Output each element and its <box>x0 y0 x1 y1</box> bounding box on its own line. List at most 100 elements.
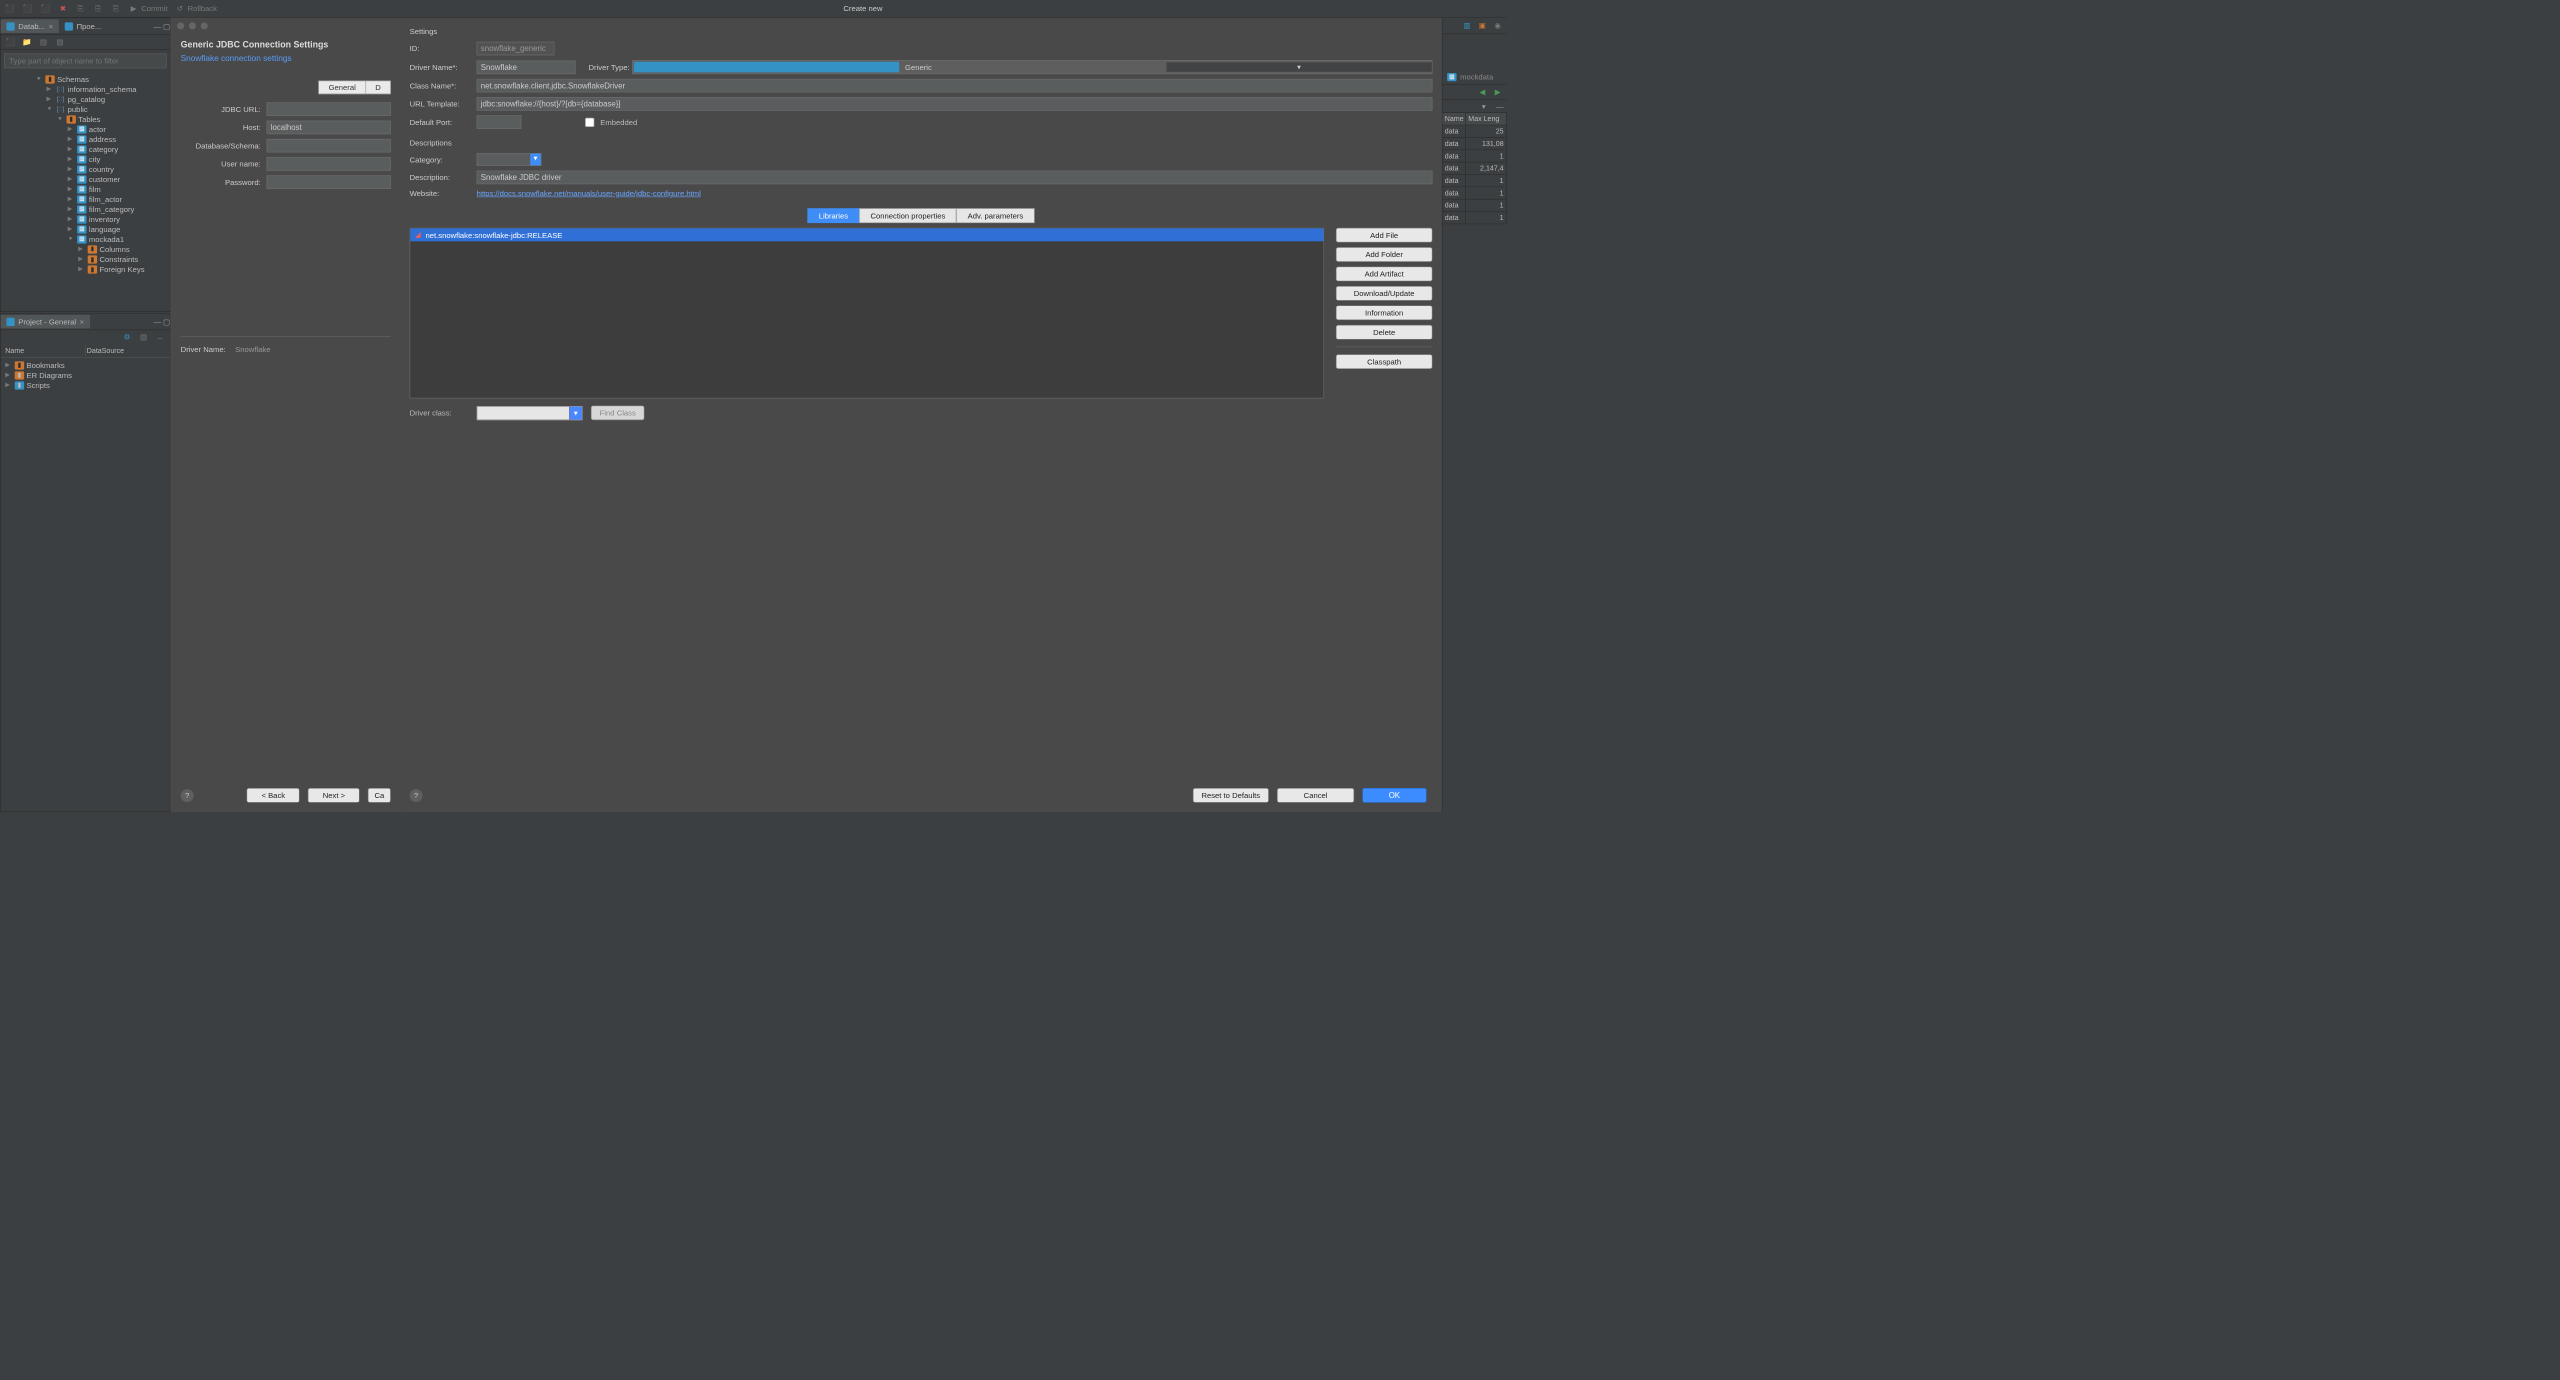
copy-icon[interactable]: ▧ <box>138 332 149 343</box>
libraries-list[interactable]: ◢ net.snowflake:snowflake-jdbc:RELEASE <box>410 228 1325 399</box>
classpath-button[interactable]: Classpath <box>1336 354 1433 369</box>
next-button[interactable]: Next > <box>308 788 360 803</box>
col-name[interactable]: Name <box>4 345 86 356</box>
information-button[interactable]: Information <box>1336 305 1433 320</box>
right-tab[interactable]: mockdata <box>1457 72 1494 81</box>
plug-icon[interactable]: ⬛ <box>40 3 51 14</box>
copy-icon[interactable]: ▧ <box>38 37 49 48</box>
link-icon[interactable]: ↔ <box>155 332 166 343</box>
minimize-icon[interactable]: — <box>151 22 160 31</box>
add-folder-button[interactable]: Add Folder <box>1336 247 1433 262</box>
table-row[interactable]: data1 <box>1442 175 1506 187</box>
password-input[interactable] <box>267 175 391 189</box>
col-maxlen[interactable]: Max Leng <box>1466 113 1507 125</box>
description-input[interactable] <box>477 171 1433 185</box>
tree-item-er[interactable]: ER Diagrams <box>26 371 71 380</box>
table-row[interactable]: data1 <box>1442 212 1506 224</box>
chevron-down-icon[interactable]: ▾ <box>1479 102 1488 111</box>
filter-input[interactable] <box>4 54 166 69</box>
arrow-left-icon[interactable]: ◀ <box>1477 87 1488 98</box>
tab-project[interactable]: Project - General× <box>1 315 90 329</box>
plug-icon[interactable]: ⬛ <box>22 3 33 14</box>
library-item[interactable]: ◢ net.snowflake:snowflake-jdbc:RELEASE <box>410 228 1323 241</box>
tab-connection-properties[interactable]: Connection properties <box>859 208 956 223</box>
label-driver-class: Driver class: <box>410 408 469 417</box>
close-icon[interactable]: × <box>49 22 53 31</box>
chevron-down-icon[interactable]: ▾ <box>1166 62 1432 71</box>
url-template-input[interactable] <box>477 97 1433 111</box>
db-tree[interactable]: ▼▮Schemas ▶[::]information_schema ▶[::]p… <box>1 72 170 277</box>
schema-icon: [::] <box>56 85 65 93</box>
table-row[interactable]: data131,08 <box>1442 138 1506 150</box>
category-select[interactable]: ▾ <box>477 153 542 166</box>
minimize-icon[interactable]: — <box>151 317 160 326</box>
database-input[interactable] <box>267 139 391 153</box>
embedded-checkbox[interactable] <box>585 117 594 126</box>
table-row[interactable]: data1 <box>1442 187 1506 199</box>
chevron-down-icon[interactable]: ▾ <box>569 406 582 419</box>
commit-button[interactable]: ▶Commit <box>128 3 167 14</box>
username-input[interactable] <box>267 157 391 171</box>
help-icon[interactable]: ? <box>181 789 194 802</box>
table-row[interactable]: data2,147,4 <box>1442 162 1506 174</box>
rollback-button[interactable]: ↺Rollback <box>175 3 217 14</box>
label-host: Host: <box>181 123 267 132</box>
gear-icon[interactable]: ⚙ <box>122 332 133 343</box>
zoom-icon[interactable] <box>201 22 208 29</box>
tool-icon[interactable]: ▣ <box>1477 20 1488 31</box>
host-input[interactable] <box>267 121 391 135</box>
snowflake-link[interactable]: Snowflake connection settings <box>181 54 391 63</box>
paste-icon[interactable]: ▨ <box>55 37 66 48</box>
plug-icon[interactable]: ⬛ <box>5 3 16 14</box>
connect-icon[interactable]: ⬛ <box>5 37 16 48</box>
tab-adv-parameters[interactable]: Adv. parameters <box>956 208 1034 223</box>
driver-name-input[interactable] <box>477 60 576 74</box>
driver-class-select[interactable]: ▾ <box>477 406 583 420</box>
arrow-right-icon[interactable]: ▶ <box>1492 87 1503 98</box>
chevron-down-icon[interactable]: ▾ <box>530 154 541 166</box>
maximize-icon[interactable]: ▢ <box>161 317 170 326</box>
tab-general[interactable]: General <box>319 81 366 95</box>
add-artifact-button[interactable]: Add Artifact <box>1336 267 1433 282</box>
minimize-icon[interactable]: — <box>1494 102 1503 111</box>
tab-d[interactable]: D <box>366 81 391 95</box>
cancel-button[interactable]: Cancel <box>1277 788 1354 803</box>
tab-database[interactable]: Datab...× <box>1 19 59 33</box>
tab-projects[interactable]: Прое... <box>59 19 107 33</box>
driver-type-select[interactable]: Generic ▾ <box>632 60 1432 74</box>
tree-item-scripts[interactable]: Scripts <box>26 381 49 390</box>
sql-icon[interactable]: ⎘ <box>111 3 122 14</box>
table-row[interactable]: data1 <box>1442 150 1506 162</box>
maximize-icon[interactable]: ▢ <box>161 21 170 30</box>
panel-icon[interactable]: ▥ <box>1462 20 1473 31</box>
ok-button[interactable]: OK <box>1362 788 1426 803</box>
col-datasource[interactable]: DataSource <box>86 345 167 356</box>
download-update-button[interactable]: Download/Update <box>1336 286 1433 301</box>
label-id: ID: <box>410 44 475 53</box>
label-category: Category: <box>410 155 475 164</box>
folder-icon[interactable]: 📁 <box>22 37 33 48</box>
connection-settings-dialog: Generic JDBC Connection Settings Snowfla… <box>171 18 401 812</box>
tab-libraries[interactable]: Libraries <box>808 208 860 223</box>
minimize-icon[interactable] <box>189 22 196 29</box>
close-icon[interactable] <box>177 22 184 29</box>
close-icon[interactable]: × <box>80 317 84 326</box>
default-port-input[interactable] <box>477 115 522 129</box>
table-row[interactable]: data25 <box>1442 125 1506 137</box>
add-file-button[interactable]: Add File <box>1336 228 1433 243</box>
sql-icon[interactable]: ⎘ <box>75 3 86 14</box>
website-link[interactable]: https://docs.snowflake.net/manuals/user-… <box>477 189 701 198</box>
cancel-button[interactable]: Ca <box>368 788 391 803</box>
tree-item-bookmarks[interactable]: Bookmarks <box>26 361 64 370</box>
reset-defaults-button[interactable]: Reset to Defaults <box>1193 788 1269 803</box>
table-row[interactable]: data1 <box>1442 200 1506 212</box>
disconnect-icon[interactable]: ✖ <box>58 3 69 14</box>
class-name-input[interactable] <box>477 79 1433 93</box>
sql-icon[interactable]: ⎘ <box>93 3 104 14</box>
delete-button[interactable]: Delete <box>1336 325 1433 340</box>
globe-icon[interactable]: ◉ <box>1492 20 1503 31</box>
back-button[interactable]: < Back <box>247 788 300 803</box>
jdbc-url-input[interactable] <box>267 102 391 116</box>
col-name[interactable]: Name <box>1442 113 1466 125</box>
help-icon[interactable]: ? <box>410 789 423 802</box>
